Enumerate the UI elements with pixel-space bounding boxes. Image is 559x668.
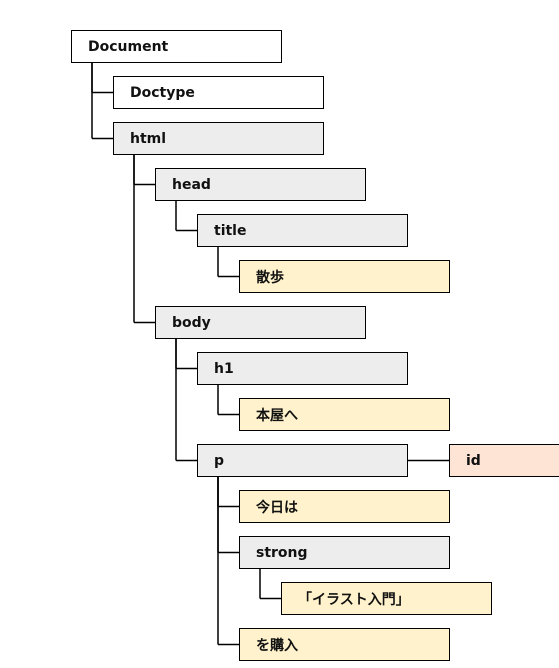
node-document: Doctype — [113, 76, 324, 109]
node-label: Document — [88, 38, 169, 55]
node-element: body — [155, 306, 366, 339]
node-element: html — [113, 122, 324, 155]
node-text: 本屋へ — [239, 398, 450, 431]
node-text: 「イラスト入門」 — [281, 582, 492, 615]
node-label: Doctype — [130, 84, 195, 101]
node-label: 今日は — [256, 499, 298, 516]
node-label: strong — [256, 544, 308, 561]
node-label: p — [214, 452, 225, 469]
node-label: 本屋へ — [256, 407, 298, 424]
node-label: body — [172, 314, 211, 331]
dom-tree-diagram: Document Doctype html head title 散歩 body h1 本屋へ p… — [0, 0, 559, 668]
node-label: html — [130, 130, 167, 147]
node-attribute: id — [449, 444, 559, 477]
node-label: 散歩 — [256, 269, 284, 286]
node-text: 今日は — [239, 490, 450, 523]
node-text: 散歩 — [239, 260, 450, 293]
node-document: Document — [71, 30, 282, 63]
node-element: h1 — [197, 352, 408, 385]
node-element: strong — [239, 536, 450, 569]
node-label: を購入 — [256, 637, 298, 654]
node-label: title — [214, 222, 247, 239]
node-label: 「イラスト入門」 — [298, 591, 410, 608]
node-text: を購入 — [239, 628, 450, 661]
node-element: p — [197, 444, 408, 477]
node-element: title — [197, 214, 408, 247]
node-element: head — [155, 168, 366, 201]
node-label: id — [466, 452, 481, 469]
node-label: head — [172, 176, 211, 193]
node-label: h1 — [214, 360, 234, 377]
